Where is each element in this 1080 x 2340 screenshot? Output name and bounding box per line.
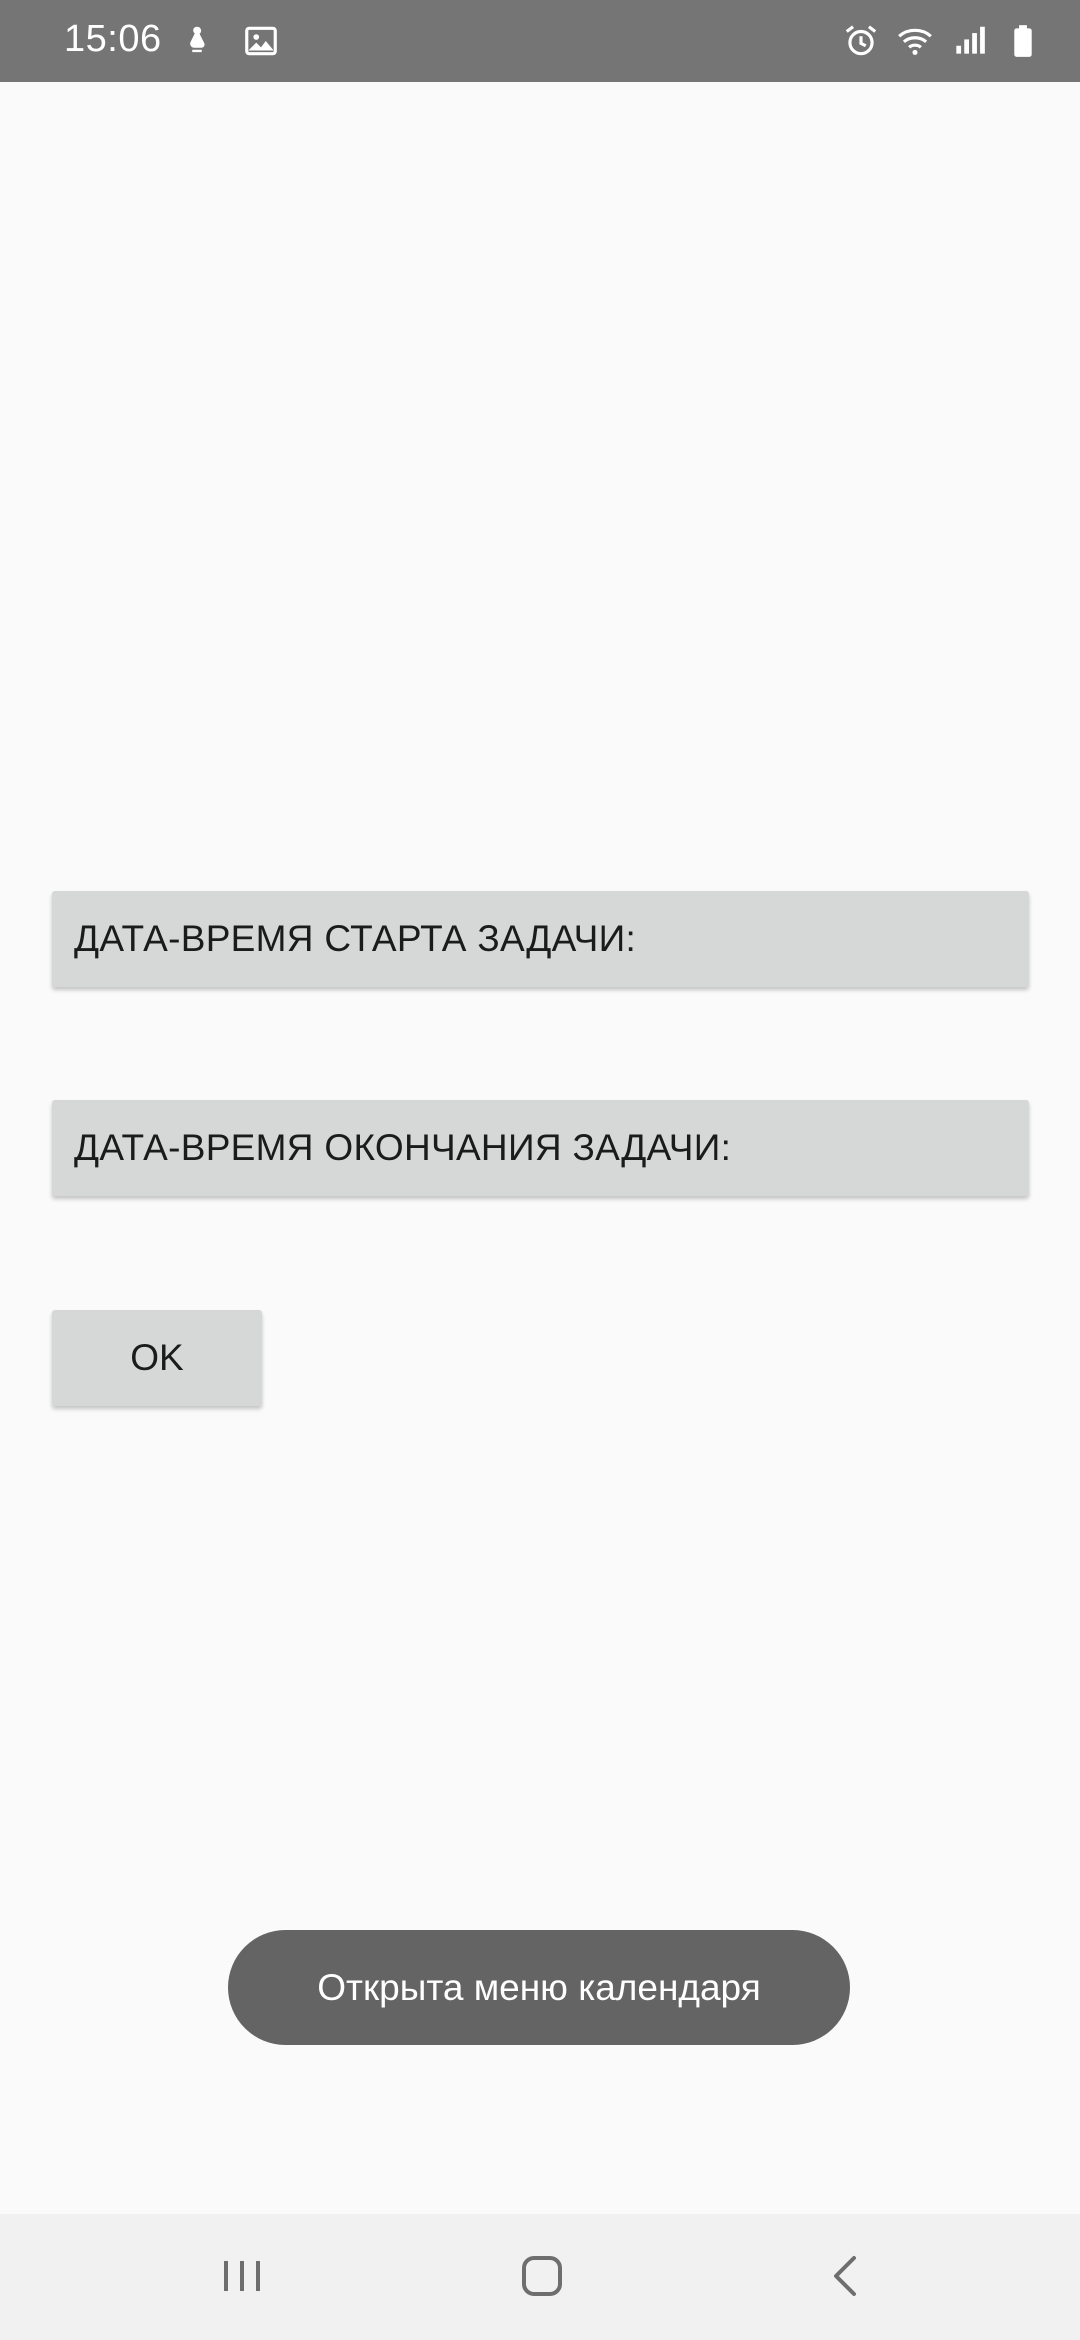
gallery-icon <box>242 22 280 60</box>
start-datetime-button[interactable]: ДАТА-ВРЕМЯ СТАРТА ЗАДАЧИ: <box>52 891 1029 987</box>
battery-icon <box>1004 22 1042 60</box>
navigation-bar <box>0 2214 1080 2340</box>
signal-icon <box>950 22 988 60</box>
end-datetime-button[interactable]: ДАТА-ВРЕМЯ ОКОНЧАНИЯ ЗАДАЧИ: <box>52 1100 1029 1196</box>
status-bar: 15:06 <box>0 0 1080 82</box>
status-right-icons <box>842 22 1042 60</box>
ok-button[interactable]: OK <box>52 1310 262 1406</box>
notification-icon <box>178 22 216 60</box>
wifi-icon <box>896 22 934 60</box>
toast-message: Открыта меню календаря <box>317 1966 761 2008</box>
back-icon[interactable] <box>816 2246 876 2306</box>
recent-apps-icon[interactable] <box>212 2246 272 2306</box>
alarm-icon <box>842 22 880 60</box>
status-time: 15:06 <box>64 18 162 60</box>
toast: Открыта меню календаря <box>228 1930 850 2045</box>
home-icon[interactable] <box>512 2246 572 2306</box>
status-left-icons <box>178 22 280 60</box>
